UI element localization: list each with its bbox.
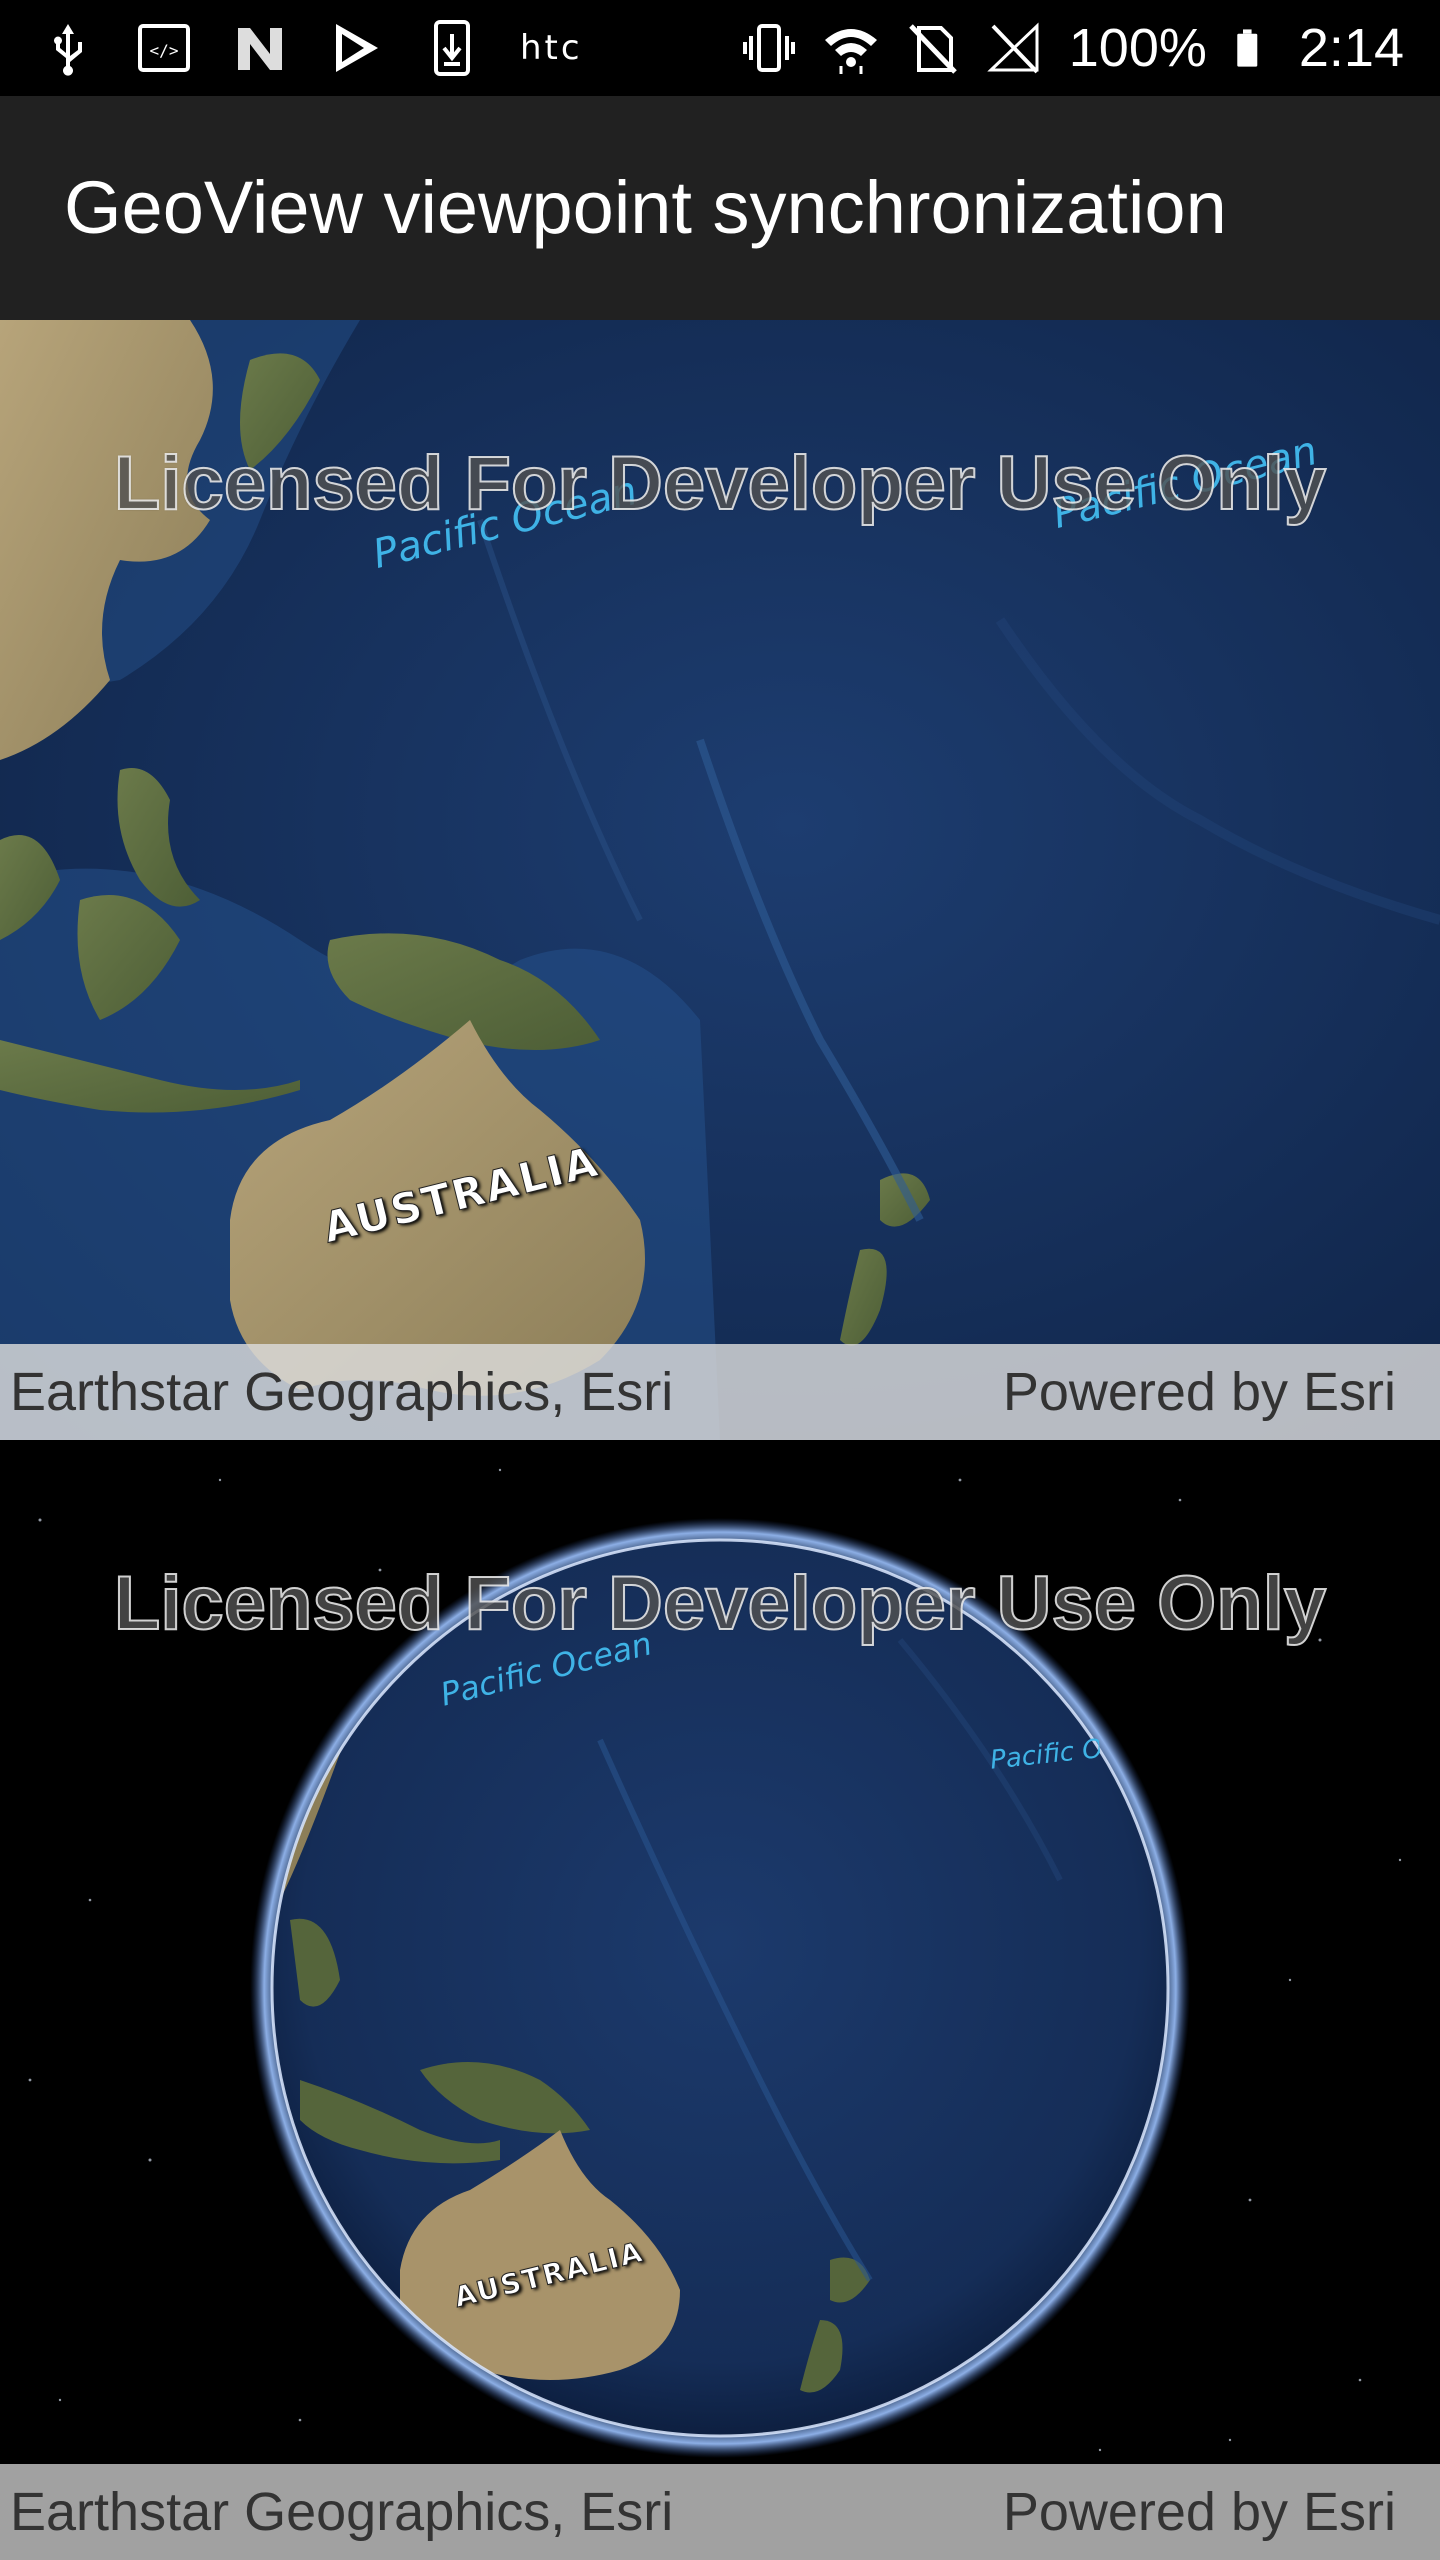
- map-view[interactable]: Pacific Ocean Pacific Ocean AUSTRALIA Li…: [0, 320, 1440, 1440]
- developer-icon: </>: [138, 24, 190, 72]
- attribution-text[interactable]: Earthstar Geographics, Esri: [10, 2481, 673, 2543]
- powered-by-esri[interactable]: Powered by Esri: [1003, 2481, 1396, 2543]
- powered-by-esri[interactable]: Powered by Esri: [1003, 1361, 1396, 1423]
- battery-icon: [1237, 29, 1258, 67]
- carrier-label: htc: [520, 28, 583, 68]
- svg-text:</>: </>: [150, 41, 179, 60]
- status-bar-system: 100% 2:14: [741, 18, 1404, 78]
- vibrate-icon: [742, 24, 795, 72]
- developer-watermark: Licensed For Developer Use Only: [113, 440, 1327, 527]
- n-app-icon: [238, 28, 282, 70]
- download-icon: [434, 20, 470, 76]
- signal-icon: [987, 22, 1039, 74]
- status-bar-notifications: </> htc: [40, 18, 583, 78]
- clock: 2:14: [1298, 18, 1404, 78]
- page-title: GeoView viewpoint synchronization: [64, 166, 1227, 249]
- play-store-icon: [336, 24, 378, 72]
- scene-view[interactable]: Pacific Ocean Pacific Ocean AUSTRALIA Li…: [0, 1440, 1440, 2560]
- attribution-text[interactable]: Earthstar Geographics, Esri: [10, 1361, 673, 1423]
- usb-icon: [54, 24, 82, 76]
- developer-watermark: Licensed For Developer Use Only: [113, 1560, 1327, 1647]
- attribution-bar: Earthstar Geographics, Esri Powered by E…: [0, 1344, 1440, 1440]
- battery-percent: 100%: [1068, 18, 1207, 78]
- attribution-bar: Earthstar Geographics, Esri Powered by E…: [0, 2464, 1440, 2560]
- wifi-icon: [824, 29, 877, 74]
- status-bar: </> htc 100% 2:14: [0, 0, 1440, 96]
- no-sim-icon: [908, 24, 957, 74]
- app-bar: GeoView viewpoint synchronization: [0, 96, 1440, 320]
